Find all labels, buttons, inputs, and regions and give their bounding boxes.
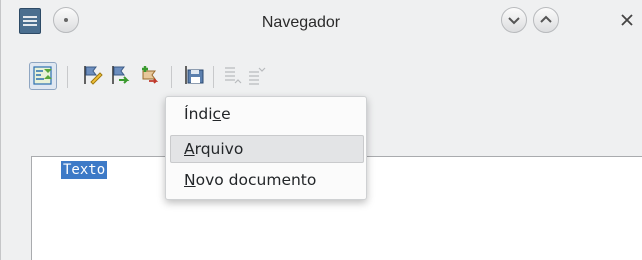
move-entry-icon bbox=[112, 66, 130, 84]
insert-entry-button[interactable] bbox=[135, 62, 163, 90]
close-x-icon bbox=[621, 14, 633, 26]
demote-level-icon bbox=[249, 67, 266, 85]
edit-entry-button[interactable] bbox=[79, 62, 107, 90]
close-icon[interactable] bbox=[617, 10, 637, 30]
toolbar-separator bbox=[171, 66, 172, 88]
menu-item-file[interactable]: Arquivo bbox=[170, 135, 364, 163]
window-title: Navegador bbox=[261, 14, 341, 31]
mnemonic-letter: A bbox=[184, 140, 195, 158]
navigator-window: Navegador Texto Índice Arquivo Novo docu… bbox=[0, 0, 642, 260]
chevron-down-icon bbox=[508, 17, 520, 25]
save-as-button[interactable] bbox=[181, 62, 209, 90]
title-bar: Navegador bbox=[1, 0, 642, 44]
toolbar-separator bbox=[213, 66, 214, 88]
content-view-toggle-button[interactable] bbox=[29, 62, 57, 90]
promote-level-icon bbox=[225, 67, 242, 84]
save-as-icon bbox=[185, 66, 204, 84]
chevron-up-icon bbox=[540, 15, 552, 23]
window-menu-icon[interactable] bbox=[53, 7, 79, 33]
minimize-icon[interactable] bbox=[501, 7, 527, 33]
drag-mode-menu: Índice Arquivo Novo documento bbox=[165, 96, 367, 200]
menu-item-label: Novo documento bbox=[184, 171, 317, 189]
move-entry-button[interactable] bbox=[107, 62, 135, 90]
edit-entry-icon bbox=[84, 66, 103, 85]
maximize-icon[interactable] bbox=[533, 7, 559, 33]
menu-item-label: Índice bbox=[184, 105, 231, 123]
menu-item-new-document[interactable]: Novo documento bbox=[170, 167, 364, 195]
mnemonic-letter: c bbox=[212, 105, 222, 123]
toolbar-separator bbox=[67, 66, 68, 88]
dot-icon bbox=[64, 18, 68, 22]
insert-entry-icon bbox=[142, 66, 159, 84]
demote-level-button bbox=[245, 62, 273, 90]
selected-text[interactable]: Texto bbox=[61, 161, 108, 179]
document-icon[interactable] bbox=[19, 8, 41, 34]
menu-item-index[interactable]: Índice bbox=[170, 101, 364, 129]
menu-item-label: Arquivo bbox=[184, 140, 244, 158]
mnemonic-letter: N bbox=[184, 171, 196, 189]
content-view-toggle-icon bbox=[33, 66, 52, 85]
